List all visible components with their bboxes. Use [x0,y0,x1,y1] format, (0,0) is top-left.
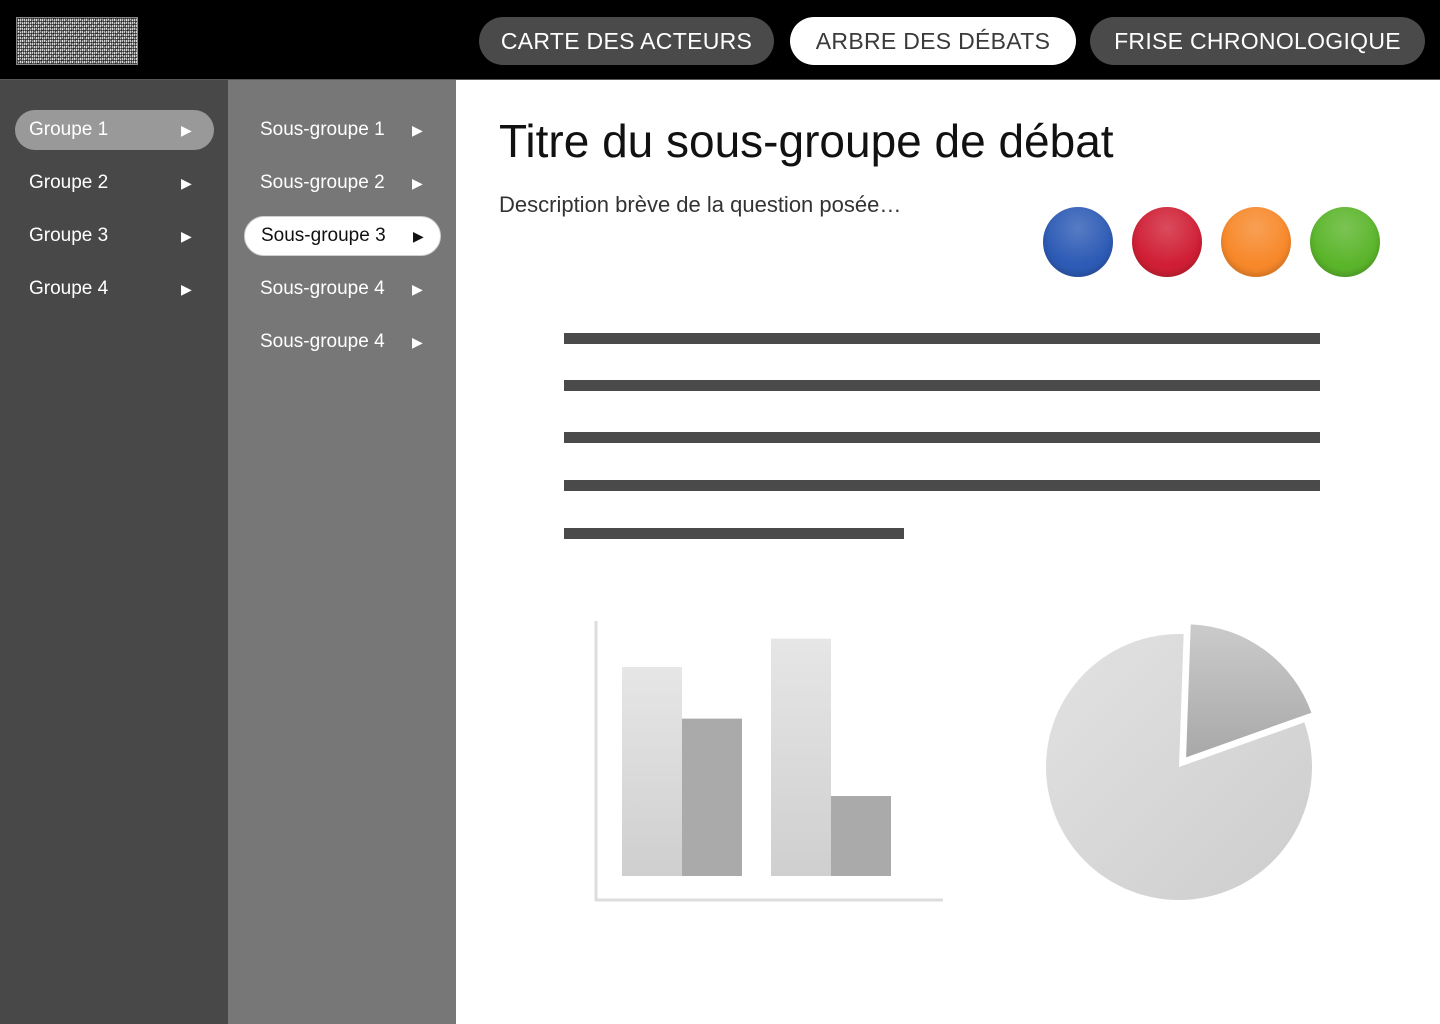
sidebar-item-label: Sous-groupe 4 [260,331,385,352]
sidebar-item-label: Sous-groupe 2 [260,172,385,193]
text-placeholder-line [564,480,1320,491]
play-arrow-icon: ▶ [412,333,423,350]
bar-chart [594,621,943,902]
page-title: Titre du sous-groupe de débat [499,115,1114,167]
orange-color-button[interactable] [1221,207,1291,277]
sidebar-item-label: Groupe 3 [29,225,109,246]
text-placeholder-line [564,432,1320,443]
text-placeholder-line [564,380,1320,391]
sidebar-item-groupe-4[interactable]: Groupe 4 ▶ [15,269,214,309]
sidebar-item-groupe-1[interactable]: Groupe 1 ▶ [15,110,214,150]
sidebar-item-sous-groupe-1[interactable]: Sous-groupe 1 ▶ [244,110,441,150]
sidebar-item-label: Sous-groupe 4 [260,278,385,299]
sidebar-item-sous-groupe-2[interactable]: Sous-groupe 2 ▶ [244,163,441,203]
top-bar: CARTE DES ACTEURS ARBRE DES DÉBATS FRISE… [0,0,1440,80]
text-placeholder-line [564,333,1320,344]
sidebar-item-groupe-2[interactable]: Groupe 2 ▶ [15,163,214,203]
sidebar-item-groupe-3[interactable]: Groupe 3 ▶ [15,216,214,256]
tab-frise-chronologique[interactable]: FRISE CHRONOLOGIQUE [1090,17,1425,65]
bar-series1-category1 [622,667,682,876]
play-arrow-icon: ▶ [413,227,424,244]
play-arrow-icon: ▶ [181,174,192,191]
sidebar-item-sous-groupe-5[interactable]: Sous-groupe 4 ▶ [244,322,441,362]
tab-arbre-des-debats[interactable]: ARBRE DES DÉBATS [790,17,1076,65]
play-arrow-icon: ▶ [181,121,192,138]
blue-color-button[interactable] [1043,207,1113,277]
text-placeholder-line [564,528,904,539]
sidebar-item-label: Sous-groupe 3 [261,225,386,246]
play-arrow-icon: ▶ [412,174,423,191]
sidebar-item-sous-groupe-3[interactable]: Sous-groupe 3 ▶ [244,216,441,256]
sidebar-item-label: Sous-groupe 1 [260,119,385,140]
green-color-button[interactable] [1310,207,1380,277]
sidebar-item-sous-groupe-4[interactable]: Sous-groupe 4 ▶ [244,269,441,309]
pie-chart [1046,624,1312,900]
sidebar-item-label: Groupe 2 [29,172,109,193]
bar-series2-category1 [682,718,742,876]
page-description: Description brève de la question posée… [499,192,902,217]
bar-series1-category2 [771,638,831,876]
tab-carte-des-acteurs[interactable]: CARTE DES ACTEURS [479,17,774,65]
play-arrow-icon: ▶ [181,280,192,297]
play-arrow-icon: ▶ [412,280,423,297]
red-color-button[interactable] [1132,207,1202,277]
sidebar-item-label: Groupe 4 [29,278,109,299]
play-arrow-icon: ▶ [412,121,423,138]
bar-series2-category2 [831,796,891,876]
logo-image[interactable] [16,17,138,65]
sidebar-item-label: Groupe 1 [29,119,109,140]
play-arrow-icon: ▶ [181,227,192,244]
